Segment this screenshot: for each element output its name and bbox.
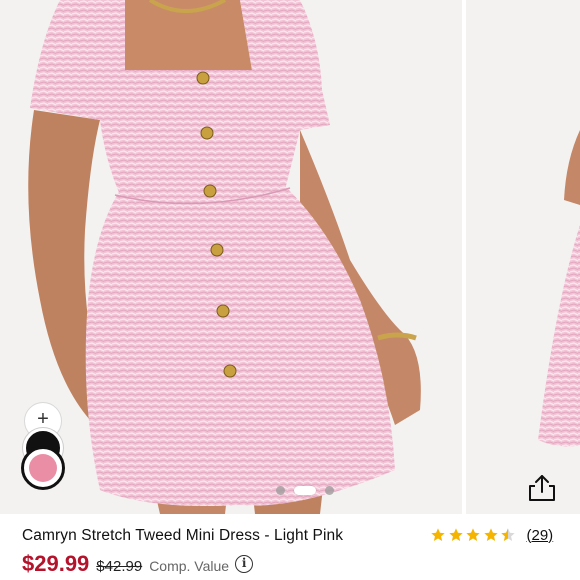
star-icon bbox=[483, 528, 498, 541]
product-title: Camryn Stretch Tweed Mini Dress - Light … bbox=[22, 527, 344, 544]
dress-photo bbox=[0, 0, 462, 514]
swatch-light-pink[interactable] bbox=[21, 446, 65, 490]
image-gallery[interactable]: + bbox=[0, 0, 580, 514]
rating[interactable]: (29) bbox=[430, 525, 553, 545]
share-icon bbox=[529, 475, 555, 501]
sale-price: $29.99 bbox=[22, 551, 90, 576]
dress-photo-partial bbox=[466, 0, 580, 514]
product-image-main[interactable] bbox=[0, 0, 462, 514]
carousel-dot-active[interactable] bbox=[294, 485, 316, 495]
carousel-dot[interactable] bbox=[325, 485, 334, 495]
original-price: $42.99 bbox=[96, 558, 143, 575]
product-image-next[interactable] bbox=[466, 0, 580, 514]
color-swatch-picker: + bbox=[20, 402, 66, 490]
swatch-light-pink-fill bbox=[29, 454, 57, 482]
info-icon[interactable]: i bbox=[235, 555, 254, 573]
star-icon bbox=[431, 528, 445, 541]
star-icon bbox=[448, 528, 463, 541]
carousel-dots bbox=[276, 484, 334, 496]
carousel-dot[interactable] bbox=[276, 485, 285, 495]
review-count-link[interactable]: (29) bbox=[527, 527, 554, 544]
price-row: $29.99 $42.99 Comp. Value i bbox=[22, 551, 254, 577]
star-icon bbox=[466, 528, 480, 541]
star-half-icon bbox=[501, 528, 515, 541]
product-page: + Camryn Stretch Tweed Mini Dress - Ligh… bbox=[0, 0, 580, 580]
share-button[interactable] bbox=[526, 472, 558, 504]
product-info: Camryn Stretch Tweed Mini Dress - Light … bbox=[0, 514, 580, 580]
comp-value-label: Comp. Value bbox=[149, 558, 230, 574]
